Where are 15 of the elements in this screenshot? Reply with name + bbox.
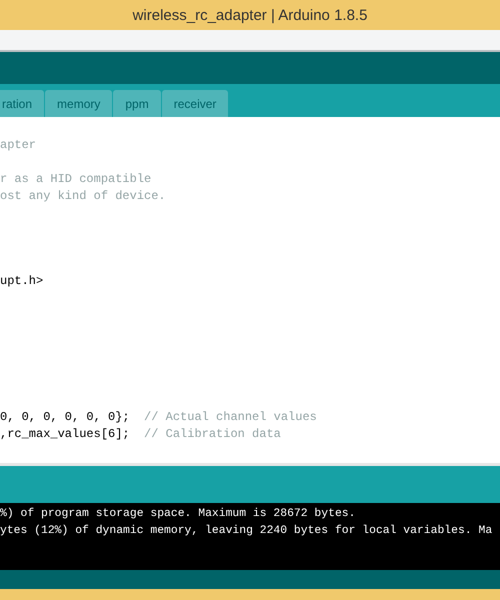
code-comment: ost any kind of device.: [0, 189, 166, 203]
code-text: upt.h>: [0, 274, 44, 288]
code-comment: // Calibration data: [144, 427, 281, 441]
code-comment: // Actual channel values: [144, 410, 317, 424]
file-tab[interactable]: ppm: [113, 90, 161, 117]
console-line: ytes (12%) of dynamic memory, leaving 2240 bytes for local variables. Ma: [0, 524, 494, 539]
window-title: wireless_rc_adapter | Arduino 1.8.5: [132, 6, 368, 24]
code-comment: r as a HID compatible: [0, 172, 152, 186]
code-comment: apter: [0, 138, 36, 152]
file-tab[interactable]: memory: [45, 90, 112, 117]
file-tab[interactable]: receiver: [162, 90, 228, 117]
code-text: 0, 0, 0, 0, 0, 0};: [0, 410, 131, 424]
file-tab[interactable]: ration: [0, 90, 44, 117]
console-line: %) of program storage space. Maximum is 28672 bytes.: [0, 506, 356, 522]
code-text: ,rc_max_values[6];: [0, 427, 131, 441]
